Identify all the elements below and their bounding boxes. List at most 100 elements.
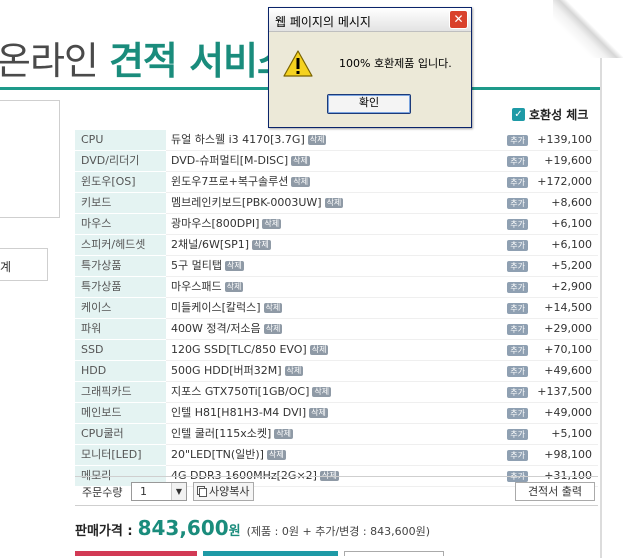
quantity-select[interactable]: 1 ▼ <box>131 482 187 501</box>
left-panel: 계 <box>0 100 60 500</box>
quantity-value: 1 <box>140 485 147 498</box>
delete-button[interactable]: 삭제 <box>291 177 311 187</box>
item-category: SSD <box>75 339 166 361</box>
item-name[interactable]: 인텔 쿨러[115x소켓] <box>171 427 271 440</box>
add-cell: 추가 <box>507 360 538 382</box>
item-name[interactable]: 마우스패드 <box>171 280 222 293</box>
item-name-cell: 지포스 GTX750Ti[1GB/OC] 삭제 <box>166 381 508 403</box>
item-price: +8,600 <box>537 192 598 214</box>
delete-button[interactable]: 삭제 <box>263 303 283 313</box>
item-name[interactable]: 400W 정격/저소음 <box>171 322 261 335</box>
item-name[interactable]: 광마우스[800DPI] <box>171 217 259 230</box>
add-button[interactable]: 추가 <box>507 281 529 293</box>
delete-button[interactable]: 삭제 <box>274 429 294 439</box>
item-name[interactable]: 듀얼 하스웰 i3 4170[3.7G] <box>171 133 305 146</box>
bottom-button-teal[interactable] <box>203 551 338 556</box>
item-name[interactable]: 멤브레인키보드[PBK-0003UW] <box>171 196 322 209</box>
bottom-button-white[interactable] <box>344 551 444 556</box>
add-button[interactable]: 추가 <box>507 155 529 167</box>
item-category: DVD/리더기 <box>75 150 166 172</box>
add-cell: 추가 <box>507 423 538 445</box>
add-cell: 추가 <box>507 171 538 193</box>
checkbox-checked-icon[interactable]: ✓ <box>512 108 525 121</box>
left-panel-button[interactable]: 계 <box>0 248 48 281</box>
table-row: 모니터[LED] 20"LED[TN(일반)] 삭제 추가 +98,100 <box>75 444 598 466</box>
add-button[interactable]: 추가 <box>507 428 529 440</box>
delete-button[interactable]: 삭제 <box>266 450 286 460</box>
item-name-cell: 듀얼 하스웰 i3 4170[3.7G] 삭제 <box>166 130 508 151</box>
total-amount: 843,600 <box>137 516 229 540</box>
bottom-buttons-edge <box>75 551 598 556</box>
chevron-down-icon[interactable]: ▼ <box>171 483 186 500</box>
dialog-titlebar[interactable]: 웹 페이지의 메시지 ✕ <box>269 8 471 32</box>
add-cell: 추가 <box>507 339 538 361</box>
delete-button[interactable]: 삭제 <box>224 261 244 271</box>
close-icon[interactable]: ✕ <box>449 10 468 29</box>
item-name[interactable]: 5구 멀티탭 <box>171 259 222 272</box>
item-name[interactable]: DVD-슈퍼멀티[M-DISC] <box>171 154 288 167</box>
copy-spec-button[interactable]: 사양복사 <box>193 482 255 501</box>
warning-icon <box>283 50 313 77</box>
item-name-cell: 20"LED[TN(일반)] 삭제 <box>166 444 508 466</box>
delete-button[interactable]: 삭제 <box>309 345 329 355</box>
add-button[interactable]: 추가 <box>507 344 529 356</box>
bottom-button-red[interactable] <box>75 551 197 556</box>
add-button[interactable]: 추가 <box>507 365 529 377</box>
delete-button[interactable]: 삭제 <box>312 387 332 397</box>
table-row: 마우스 광마우스[800DPI] 삭제 추가 +6,100 <box>75 213 598 235</box>
item-name-cell: 120G SSD[TLC/850 EVO] 삭제 <box>166 339 508 361</box>
add-button[interactable]: 추가 <box>507 323 529 335</box>
add-cell: 추가 <box>507 213 538 235</box>
delete-button[interactable]: 삭제 <box>224 282 244 292</box>
left-panel-box <box>0 100 60 218</box>
add-button[interactable]: 추가 <box>507 449 529 461</box>
title-part1: 온라인 <box>0 39 109 83</box>
item-price: +29,000 <box>537 318 598 340</box>
add-button[interactable]: 추가 <box>507 302 529 314</box>
item-price: +19,600 <box>537 150 598 172</box>
delete-button[interactable]: 삭제 <box>262 219 282 229</box>
delete-button[interactable]: 삭제 <box>284 366 304 376</box>
page-curl-decoration <box>553 0 623 58</box>
delete-button[interactable]: 삭제 <box>324 198 344 208</box>
copy-spec-label: 사양복사 <box>209 485 250 498</box>
delete-button[interactable]: 삭제 <box>309 408 328 418</box>
add-button[interactable]: 추가 <box>507 197 529 209</box>
add-button[interactable]: 추가 <box>507 176 529 188</box>
add-cell: 추가 <box>507 276 538 298</box>
table-row: HDD 500G HDD[버퍼32M] 삭제 추가 +49,600 <box>75 360 598 382</box>
delete-button[interactable]: 삭제 <box>307 135 327 145</box>
item-name[interactable]: 500G HDD[버퍼32M] <box>171 364 282 377</box>
ok-button[interactable]: 확인 <box>327 94 411 114</box>
dialog-title: 웹 페이지의 메시지 <box>275 15 371 29</box>
add-button[interactable]: 추가 <box>507 134 529 146</box>
table-row: 케이스 미들케이스[칼럭스] 삭제 추가 +14,500 <box>75 297 598 319</box>
add-button[interactable]: 추가 <box>507 407 529 419</box>
item-name-cell: 2채널/6W[SP1] 삭제 <box>166 234 508 256</box>
add-button[interactable]: 추가 <box>507 218 529 230</box>
delete-button[interactable]: 삭제 <box>291 156 310 166</box>
table-row: 특가상품 마우스패드 삭제 추가 +2,900 <box>75 276 598 298</box>
item-name[interactable]: 인텔 H81[H81H3-M4 DVI] <box>171 406 306 419</box>
add-button[interactable]: 추가 <box>507 260 529 272</box>
item-price: +5,100 <box>537 423 598 445</box>
delete-button[interactable]: 삭제 <box>252 240 271 250</box>
add-button[interactable]: 추가 <box>507 239 529 251</box>
item-name[interactable]: 2채널/6W[SP1] <box>171 238 249 251</box>
item-price: +5,200 <box>537 255 598 277</box>
quantity-row: 주문수량 1 ▼ 사양복사 견적서 출력 <box>75 476 598 506</box>
item-name[interactable]: 20"LED[TN(일반)] <box>171 448 264 461</box>
delete-button[interactable]: 삭제 <box>263 324 283 334</box>
compat-check-toggle[interactable]: ✓ 호환성 체크 <box>512 106 588 123</box>
item-name[interactable]: 120G SSD[TLC/850 EVO] <box>171 343 307 356</box>
print-quote-button[interactable]: 견적서 출력 <box>515 482 595 501</box>
add-cell: 추가 <box>507 318 538 340</box>
compat-check-label: 호환성 체크 <box>529 108 589 122</box>
item-category: 파워 <box>75 318 166 340</box>
item-name[interactable]: 윈도우7프로+복구솔루션 <box>171 175 288 188</box>
item-price: +137,500 <box>537 381 598 403</box>
copy-icon <box>197 486 207 497</box>
item-name[interactable]: 지포스 GTX750Ti[1GB/OC] <box>171 385 309 398</box>
add-button[interactable]: 추가 <box>507 386 529 398</box>
item-name[interactable]: 미들케이스[칼럭스] <box>171 301 261 314</box>
